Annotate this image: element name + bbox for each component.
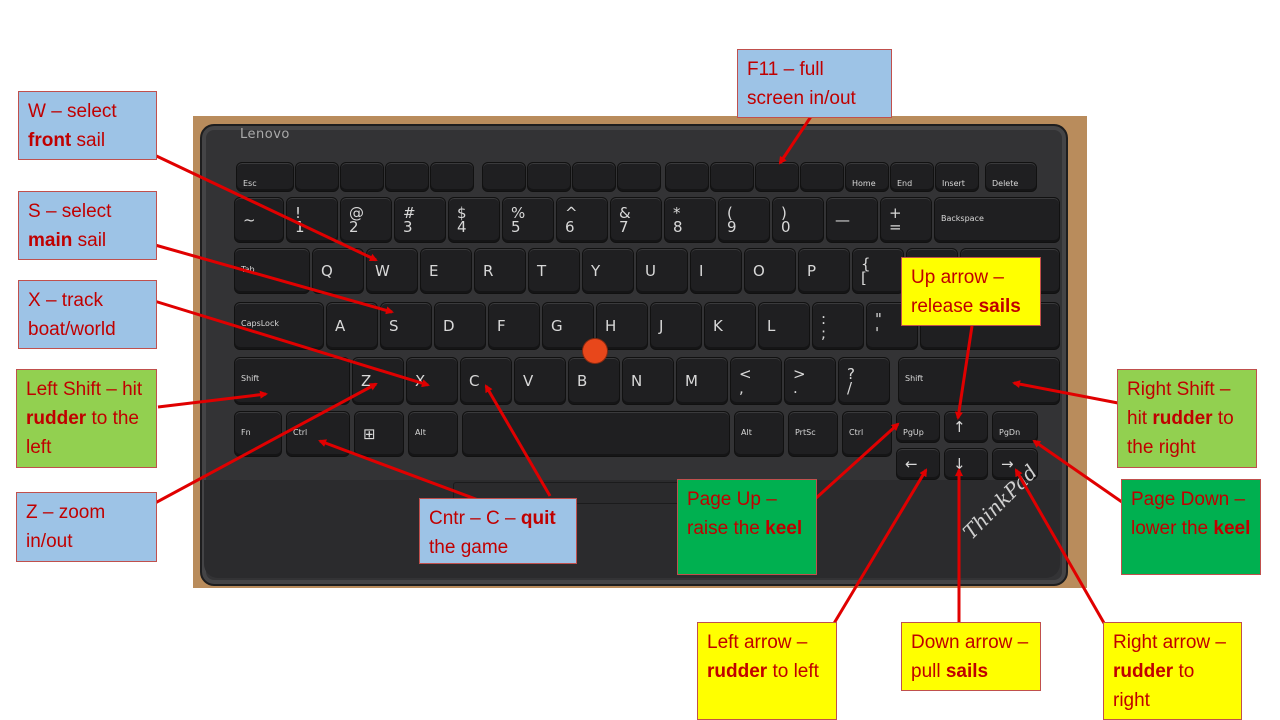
key-blank-row0-8 (617, 162, 661, 192)
label-page-up: Page Up – raise the keel (677, 479, 817, 575)
key-l: L (758, 302, 810, 350)
label-page-down: Page Down – lower the keel (1121, 479, 1261, 575)
key-x: X (406, 357, 458, 405)
label-right-shift: Right Shift – hit rudder to the right (1117, 369, 1257, 468)
label-cntr-c: Cntr – C – quit the game (419, 498, 577, 564)
key-d: D (434, 302, 486, 350)
label-left-arrow: Left arrow – rudder to left (697, 622, 837, 720)
key-blank-row0-12 (800, 162, 844, 192)
key-pgdn: PgDn (992, 411, 1038, 443)
key-f: F (488, 302, 540, 350)
label-up-arrow: Up arrow – release sails (901, 257, 1041, 326)
key-n: N (622, 357, 674, 405)
key--3: # 3 (394, 197, 446, 243)
key--8: * 8 (664, 197, 716, 243)
key--5: % 5 (502, 197, 554, 243)
label-x: X – track boat/world (18, 280, 157, 349)
annotated-keyboard-diagram: Lenovo Esc Home End Insert Delete ~! 1 @ 2 # 3 $… (0, 0, 1280, 720)
key-esc: Esc (236, 162, 294, 192)
key-blank-row0-5 (482, 162, 526, 192)
key-k: K (704, 302, 756, 350)
key-prtsc: PrtSc (788, 411, 838, 457)
key-blank-row0-10 (710, 162, 754, 192)
key-backspace: Backspace (934, 197, 1060, 243)
label-down-arrow: Down arrow – pull sails (901, 622, 1041, 691)
label-right-arrow: Right arrow – rudder to right (1103, 622, 1242, 720)
label-left-shift: Left Shift – hit rudder to the left (16, 369, 157, 468)
key-shift: Shift (234, 357, 350, 405)
key-ctrl: Ctrl (286, 411, 350, 457)
brand-logo: Lenovo (240, 127, 290, 142)
key-blank-row0-2 (340, 162, 384, 192)
key-q: Q (312, 248, 364, 294)
label-f11: F11 – full screen in/out (737, 49, 892, 118)
key-v: V (514, 357, 566, 405)
key-pgup: PgUp (896, 411, 940, 443)
key--: + = (880, 197, 932, 243)
key--: ? / (838, 357, 890, 405)
key-alt: Alt (408, 411, 458, 457)
key-blank-row0-3 (385, 162, 429, 192)
key--: > . (784, 357, 836, 405)
key-w: W (366, 248, 418, 294)
key-i: I (690, 248, 742, 294)
key--9: ( 9 (718, 197, 770, 243)
key-blank-row6-1: ↓ (944, 448, 988, 480)
key-blank-row0-1 (295, 162, 339, 192)
key-a: A (326, 302, 378, 350)
key--2: @ 2 (340, 197, 392, 243)
key-alt: Alt (734, 411, 784, 457)
trackpoint-nub (583, 339, 607, 363)
key-blank-row5-2: ⊞ (354, 411, 404, 457)
key-c: C (460, 357, 512, 405)
key--7: & 7 (610, 197, 662, 243)
key-blank-row1-0: ~ (234, 197, 284, 243)
key-blank-row5-9: ↑ (944, 411, 988, 443)
key-z: Z (352, 357, 404, 405)
key-e: E (420, 248, 472, 294)
key-blank-row0-4 (430, 162, 474, 192)
key-blank-row0-11 (755, 162, 799, 192)
key--4: $ 4 (448, 197, 500, 243)
key-o: O (744, 248, 796, 294)
key-blank-row6-0: ← (896, 448, 940, 480)
label-z: Z – zoom in/out (16, 492, 157, 562)
key-blank-row0-9 (665, 162, 709, 192)
key--0: ) 0 (772, 197, 824, 243)
key-s: S (380, 302, 432, 350)
key--: { [ (852, 248, 904, 294)
key-blank-row0-7 (572, 162, 616, 192)
key--6: ^ 6 (556, 197, 608, 243)
key-tab: Tab (234, 248, 310, 294)
key-blank-row1-11: — (826, 197, 878, 243)
key-y: Y (582, 248, 634, 294)
key--: < , (730, 357, 782, 405)
label-w: W – select front sail (18, 91, 157, 160)
key-delete: Delete (985, 162, 1037, 192)
key-ctrl: Ctrl (842, 411, 892, 457)
key-home: Home (845, 162, 889, 192)
key-b: B (568, 357, 620, 405)
key-blank-row5-4 (462, 411, 730, 457)
key-m: M (676, 357, 728, 405)
key-end: End (890, 162, 934, 192)
key-fn: Fn (234, 411, 282, 457)
key-capslock: CapsLock (234, 302, 324, 350)
key-blank-row0-6 (527, 162, 571, 192)
key--: : ; (812, 302, 864, 350)
label-s: S – select main sail (18, 191, 157, 260)
key-shift: Shift (898, 357, 1060, 405)
key-u: U (636, 248, 688, 294)
key-insert: Insert (935, 162, 979, 192)
key-t: T (528, 248, 580, 294)
key--1: ! 1 (286, 197, 338, 243)
key-p: P (798, 248, 850, 294)
key-r: R (474, 248, 526, 294)
key-j: J (650, 302, 702, 350)
